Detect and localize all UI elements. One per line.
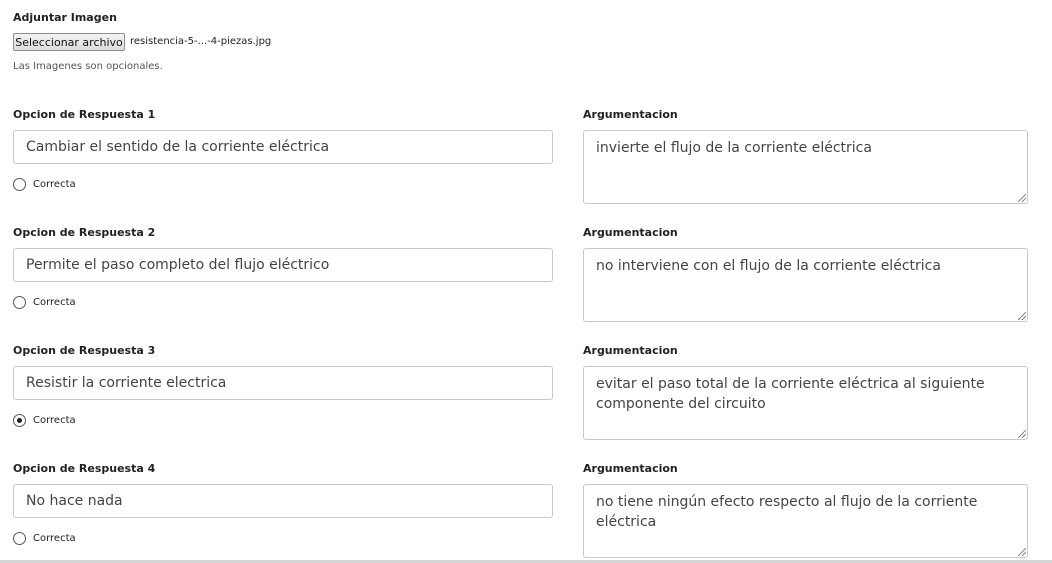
argument-1-textarea[interactable]: invierte el flujo de la corriente eléctr… <box>583 130 1028 204</box>
answer-2-correct-label: Correcta <box>33 297 76 308</box>
argument-1-text: invierte el flujo de la corriente eléctr… <box>596 140 872 156</box>
argument-3-textarea[interactable]: evitar el paso total de la corriente elé… <box>583 366 1028 440</box>
answer-3-correct-radio[interactable] <box>13 414 26 427</box>
answer-4-label: Opcion de Respuesta 4 <box>13 462 156 475</box>
argument-2-textarea[interactable]: no interviene con el flujo de la corrien… <box>583 248 1028 322</box>
answer-2-input[interactable]: Permite el paso completo del flujo eléct… <box>13 248 553 282</box>
answer-1-correct-radio[interactable] <box>13 178 26 191</box>
answer-2-label: Opcion de Respuesta 2 <box>13 226 156 239</box>
answer-2-correct-radio[interactable] <box>13 296 26 309</box>
attachment-title: Adjuntar Imagen <box>13 11 117 24</box>
answer-3-label: Opcion de Respuesta 3 <box>13 344 156 357</box>
answer-4-input[interactable]: No hace nada <box>13 484 553 518</box>
answer-1-input[interactable]: Cambiar el sentido de la corriente eléct… <box>13 130 553 164</box>
argument-2-text: no interviene con el flujo de la corrien… <box>596 258 941 274</box>
answer-4-correct-radio[interactable] <box>13 532 26 545</box>
resize-grip-icon[interactable] <box>1018 194 1026 202</box>
resize-grip-icon[interactable] <box>1018 312 1026 320</box>
argument-4-text: no tiene ningún efecto respecto al flujo… <box>596 494 978 530</box>
argument-4-label: Argumentacion <box>583 462 678 475</box>
answer-3-correct-label: Correcta <box>33 415 76 426</box>
argument-3-text: evitar el paso total de la corriente elé… <box>596 376 985 412</box>
argument-4-textarea[interactable]: no tiene ningún efecto respecto al flujo… <box>583 484 1028 558</box>
argument-3-label: Argumentacion <box>583 344 678 357</box>
answer-4-correct-label: Correcta <box>33 533 76 544</box>
argument-2-label: Argumentacion <box>583 226 678 239</box>
answer-1-label: Opcion de Respuesta 1 <box>13 108 156 121</box>
answer-1-correct-label: Correcta <box>33 179 76 190</box>
resize-grip-icon[interactable] <box>1018 430 1026 438</box>
selected-file-name: resistencia-5-...-4-piezas.jpg <box>130 36 272 47</box>
resize-grip-icon[interactable] <box>1018 548 1026 556</box>
attachment-help-text: Las Imagenes son opcionales. <box>13 61 163 72</box>
argument-1-label: Argumentacion <box>583 108 678 121</box>
choose-file-button[interactable]: Seleccionar archivo <box>13 33 125 51</box>
answer-3-input[interactable]: Resistir la corriente electrica <box>13 366 553 400</box>
